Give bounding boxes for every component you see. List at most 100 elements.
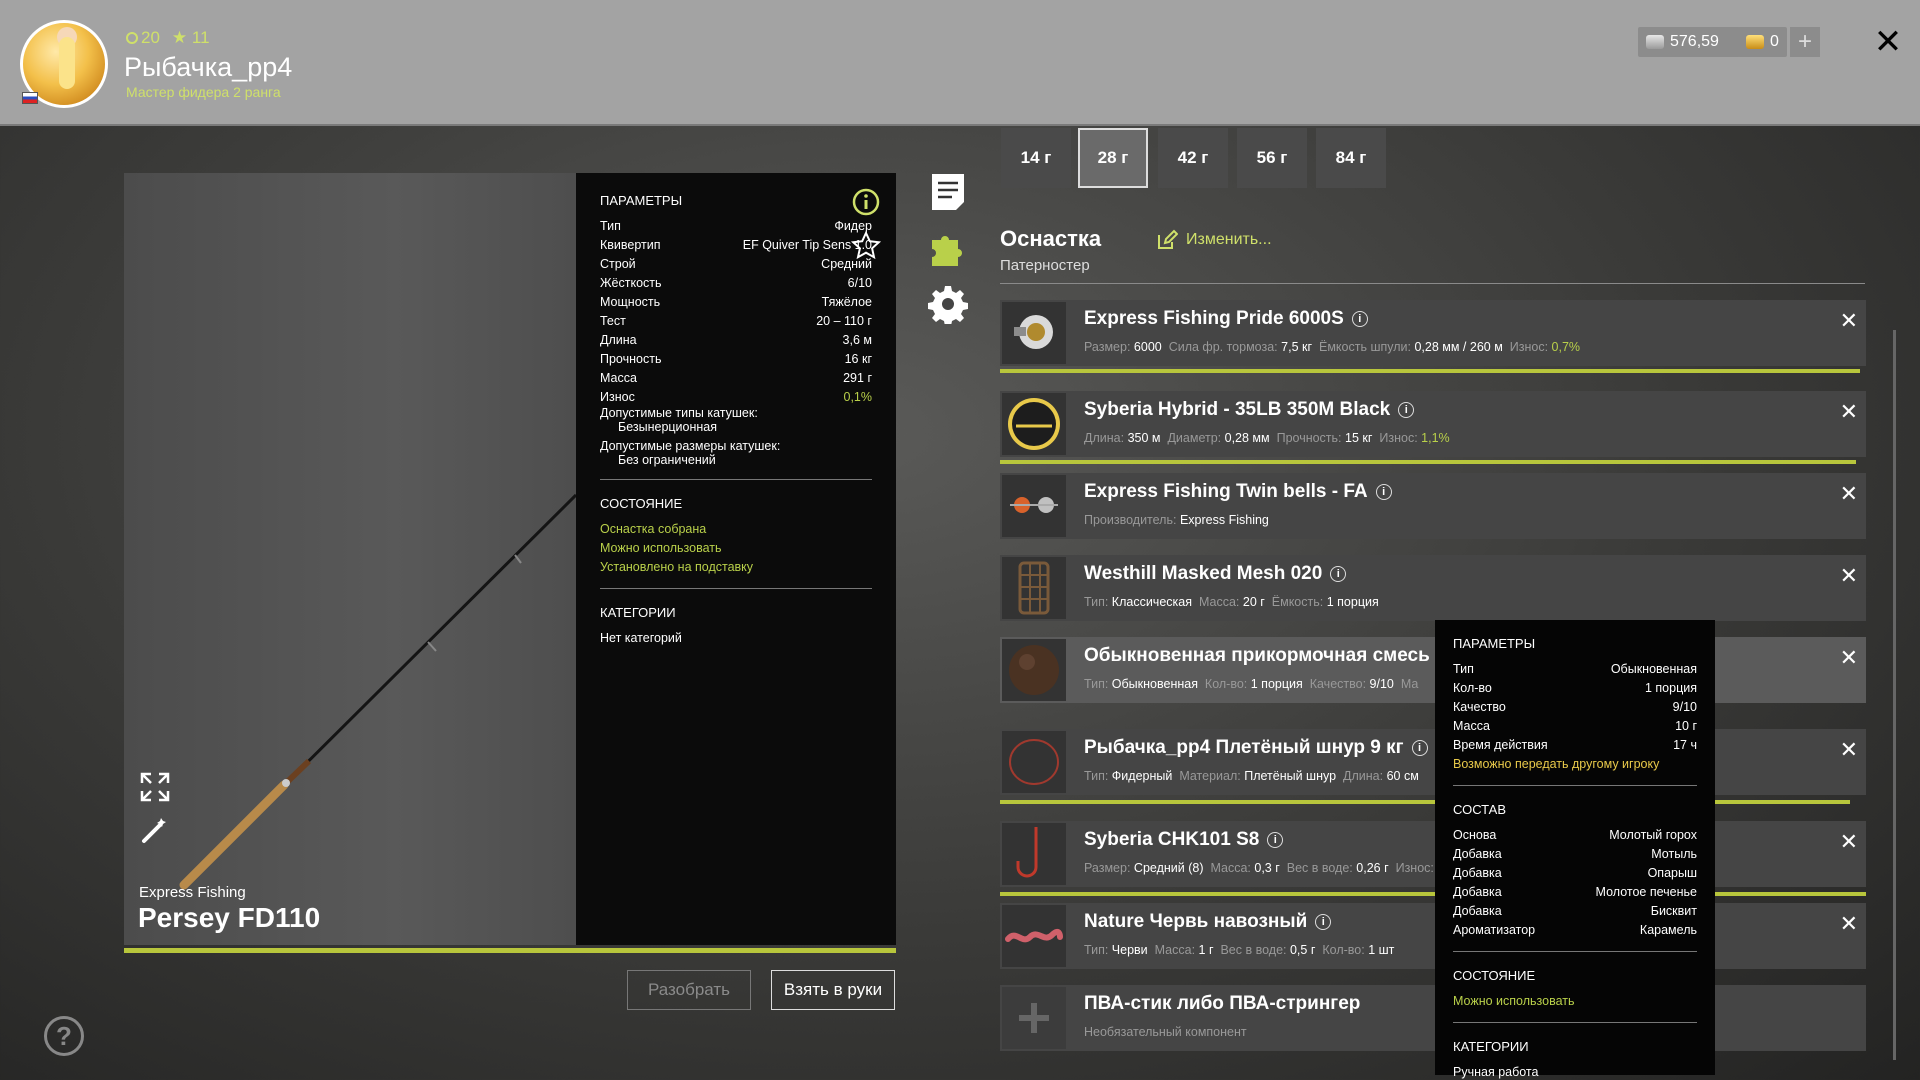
info-icon[interactable]: i [1267, 832, 1284, 848]
item-feeder[interactable]: Westhill Masked Mesh 020 i Тип: Классичес… [1000, 555, 1866, 621]
param-row: Тест 20 – 110 г [600, 311, 872, 330]
rod-image [179, 493, 576, 890]
rod-condition-bar [124, 948, 896, 953]
rig-subtitle: Патерностер [1000, 257, 1090, 274]
item-bells[interactable]: Express Fishing Twin bells - FA i Произво… [1000, 473, 1866, 539]
item-pva-slot[interactable]: ПВА-стик либо ПВА-стрингер Необязательны… [1000, 985, 1866, 1051]
item-wear-bar [1000, 800, 1850, 804]
remove-item-button[interactable]: ✕ [1840, 308, 1858, 334]
magic-wand-icon[interactable] [140, 815, 170, 845]
param-key: Время действия [1453, 737, 1548, 752]
remove-item-button[interactable]: ✕ [1840, 645, 1858, 671]
item-reel[interactable]: Express Fishing Pride 6000S i Размер: 600… [1000, 300, 1866, 366]
weight-tab-42[interactable]: 42 г [1158, 128, 1228, 188]
item-meta: Тип: Фидерный Материал: Плетёный шнур Дл… [1084, 769, 1419, 783]
divider [1000, 283, 1865, 284]
remove-item-button[interactable]: ✕ [1840, 829, 1858, 855]
remove-item-button[interactable]: ✕ [1840, 737, 1858, 763]
param-key: Масса [1453, 718, 1490, 733]
item-name: Nature Червь навозный i [1084, 911, 1332, 933]
param-key: Добавка [1453, 903, 1502, 918]
remove-item-button[interactable]: ✕ [1840, 911, 1858, 937]
item-wear-bar [1000, 892, 1866, 896]
puzzle-icon[interactable] [928, 228, 968, 268]
tooltip-state: Можно использовать [1453, 993, 1575, 1008]
item-line[interactable]: Syberia Hybrid - 35LB 350M Black i Длина:… [1000, 391, 1866, 457]
info-icon[interactable]: i [1398, 402, 1415, 418]
reel-types-label: Допустимые типы катушек: [600, 406, 758, 420]
param-key: Тип [1453, 661, 1474, 676]
take-in-hands-button[interactable]: Взять в руки [771, 970, 895, 1010]
param-value: 291 г [843, 370, 872, 385]
param-value: Опарыш [1647, 865, 1697, 880]
expand-icon[interactable] [140, 772, 170, 802]
weight-tab-84[interactable]: 84 г [1316, 128, 1386, 188]
param-row: Износ 0,1% [600, 387, 872, 406]
info-icon[interactable] [852, 188, 880, 216]
info-icon[interactable]: i [1411, 740, 1428, 756]
add-gold-button[interactable]: + [1790, 27, 1820, 57]
param-key: Тип [600, 218, 621, 233]
add-slot-icon [1002, 987, 1066, 1049]
disassemble-button[interactable]: Разобрать [627, 970, 751, 1010]
player-rank: Мастер фидера 2 ранга [126, 84, 281, 100]
item-leader[interactable]: Рыбачка_pp4 Плетёный шнур 9 кг i Тип: Фид… [1000, 729, 1866, 795]
item-meta: Производитель: Express Fishing [1084, 513, 1269, 527]
remove-item-button[interactable]: ✕ [1840, 563, 1858, 589]
param-row: Масса 10 г [1453, 716, 1697, 735]
info-icon[interactable]: i [1375, 484, 1392, 500]
small-star-icon: ★ [171, 28, 188, 47]
scrollbar[interactable] [1893, 330, 1896, 1060]
param-row: Добавка Бисквит [1453, 901, 1697, 920]
leader-thumbnail [1002, 731, 1066, 793]
coin-stat: 20 [126, 28, 160, 48]
item-bait[interactable]: Nature Червь навозный i Тип: Черви Масса:… [1000, 903, 1866, 969]
item-hook[interactable]: Syberia CHK101 S8 i Размер: Средний (8) М… [1000, 821, 1866, 887]
param-row: Добавка Молотое печенье [1453, 882, 1697, 901]
param-value: Молотое печенье [1595, 884, 1697, 899]
param-value: 17 ч [1673, 737, 1697, 752]
param-key: Строй [600, 256, 636, 271]
param-key: Прочность [600, 351, 662, 366]
param-row: Время действия 17 ч [1453, 735, 1697, 754]
remove-item-button[interactable]: ✕ [1840, 481, 1858, 507]
param-value: Карамель [1639, 922, 1697, 937]
tooltip-state-title: СОСТОЯНИЕ [1453, 968, 1536, 983]
edit-icon [1158, 229, 1178, 249]
param-row: Масса 291 г [600, 368, 872, 387]
param-row: Качество 9/10 [1453, 697, 1697, 716]
tooltip-params-title: ПАРАМЕТРЫ [1453, 636, 1536, 651]
help-icon[interactable]: ? [44, 1016, 84, 1056]
item-groundbait[interactable]: Обыкновенная прикормочная смесьi Тип: Об… [1000, 637, 1866, 703]
edit-rig-button[interactable]: Изменить... [1156, 229, 1272, 251]
param-row: Прочность 16 кг [600, 349, 872, 368]
param-value: 1 порция [1644, 680, 1697, 695]
info-icon[interactable]: i [1330, 566, 1347, 582]
item-name: Express Fishing Twin bells - FA i [1084, 481, 1392, 503]
tooltip-categories-title: КАТЕГОРИИ [1453, 1039, 1529, 1054]
param-key: Жёсткость [600, 275, 662, 290]
param-value: Обыкновенная [1610, 661, 1697, 676]
weight-tab-14[interactable]: 14 г [1001, 128, 1071, 188]
param-row: Длина 3,6 м [600, 330, 872, 349]
param-value: 10 г [1675, 718, 1697, 733]
param-key: Масса [600, 370, 637, 385]
silver-balance: 576,59 [1638, 27, 1740, 57]
param-row: Основа Молотый горох [1453, 825, 1697, 844]
param-value: Молотый горох [1609, 827, 1697, 842]
close-button[interactable]: ✕ [1868, 22, 1908, 62]
param-key: Мощность [600, 294, 661, 309]
line-spool-thumbnail [1002, 393, 1066, 455]
favorite-star-icon[interactable] [850, 230, 882, 262]
param-value: 0,1% [843, 389, 873, 404]
gold-balance: 0 [1738, 27, 1787, 57]
info-icon[interactable]: i [1351, 311, 1368, 327]
remove-item-button[interactable]: ✕ [1840, 399, 1858, 425]
weight-tab-56[interactable]: 56 г [1237, 128, 1307, 188]
document-icon[interactable] [930, 172, 966, 212]
state-item: Установлено на подставку [600, 559, 754, 574]
weight-tab-28[interactable]: 28 г [1078, 128, 1148, 188]
rig-title: Оснастка [1000, 226, 1102, 251]
info-icon[interactable]: i [1315, 914, 1332, 930]
gear-icon[interactable] [928, 284, 968, 324]
